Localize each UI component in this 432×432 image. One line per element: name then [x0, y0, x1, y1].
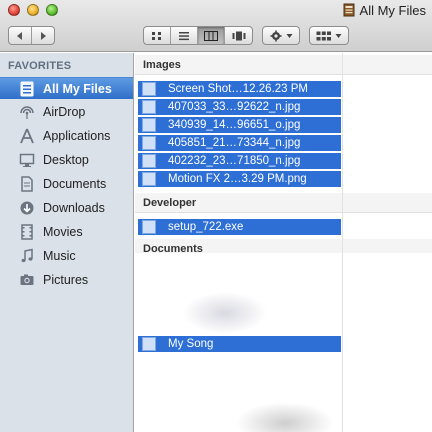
- music-icon: [18, 247, 36, 265]
- file-row[interactable]: Screen Shot…12.26.23 PM: [138, 81, 341, 97]
- zoom-window-button[interactable]: [46, 4, 58, 16]
- group-header-images: Images: [135, 55, 432, 75]
- airdrop-icon: [18, 103, 36, 121]
- arrange-grid-icon: [316, 31, 331, 40]
- sidebar: FAVORITES All My Files AirDrop Applicati…: [0, 53, 134, 432]
- file-row[interactable]: 402232_23…71850_n.jpg: [138, 153, 341, 169]
- file-row[interactable]: Motion FX 2…3.29 PM.png: [138, 171, 341, 187]
- arrange-menu-button[interactable]: [309, 26, 349, 45]
- sidebar-item-downloads[interactable]: Downloads: [0, 197, 133, 219]
- sidebar-item-airdrop[interactable]: AirDrop: [0, 101, 133, 123]
- column-view-icon: [204, 30, 218, 41]
- action-menu-button[interactable]: [262, 26, 300, 45]
- image-file-icon: [142, 82, 156, 96]
- sidebar-item-label: Pictures: [43, 273, 89, 287]
- downloads-icon: [18, 199, 36, 217]
- icon-view-button[interactable]: [144, 27, 171, 44]
- view-mode-control: [143, 26, 253, 45]
- image-file-icon: [142, 118, 156, 132]
- file-list: Images Screen Shot…12.26.23 PM 407033_33…: [135, 53, 432, 432]
- window-title: All My Files: [342, 2, 426, 18]
- sidebar-item-label: Applications: [43, 129, 111, 143]
- chevron-left-icon: [16, 31, 22, 40]
- icon-view-icon: [152, 31, 161, 40]
- chevron-down-icon: [335, 33, 342, 38]
- window-title-text: All My Files: [359, 2, 426, 18]
- group-header-developer: Developer: [135, 193, 432, 213]
- list-view-button[interactable]: [171, 27, 198, 44]
- file-name: My Song: [168, 338, 214, 350]
- sidebar-item-all-my-files[interactable]: All My Files: [0, 77, 133, 99]
- chevron-right-icon: [40, 31, 46, 40]
- chevron-down-icon: [286, 33, 292, 38]
- applications-icon: [18, 127, 36, 145]
- cover-flow-view-button[interactable]: [225, 27, 252, 44]
- file-row[interactable]: 407033_33…92622_n.jpg: [138, 99, 341, 115]
- sidebar-item-documents[interactable]: Documents: [0, 173, 133, 195]
- forward-button[interactable]: [32, 27, 54, 44]
- gear-icon: [270, 30, 281, 41]
- image-file-icon: [142, 100, 156, 114]
- sidebar-item-music[interactable]: Music: [0, 245, 133, 267]
- documents-icon: [18, 175, 36, 193]
- sidebar-item-label: Documents: [43, 177, 107, 191]
- file-name: Motion FX 2…3.29 PM.png: [168, 173, 307, 185]
- document-file-icon: [142, 337, 156, 351]
- movies-icon: [18, 223, 36, 241]
- file-row[interactable]: 340939_14…96651_o.jpg: [138, 117, 341, 133]
- sidebar-item-label: Movies: [43, 225, 83, 239]
- desktop-icon: [18, 151, 36, 169]
- close-window-button[interactable]: [8, 4, 20, 16]
- sidebar-item-label: Music: [43, 249, 76, 263]
- file-name: 402232_23…71850_n.jpg: [168, 155, 301, 167]
- image-file-icon: [142, 172, 156, 186]
- sidebar-item-label: Downloads: [43, 201, 105, 215]
- sidebar-item-label: AirDrop: [43, 105, 86, 119]
- file-name: Screen Shot…12.26.23 PM: [168, 83, 308, 95]
- file-row[interactable]: 405851_21…73344_n.jpg: [138, 135, 341, 151]
- minimize-window-button[interactable]: [27, 4, 39, 16]
- all-my-files-icon: [18, 80, 36, 98]
- pictures-icon: [18, 271, 36, 289]
- all-my-files-title-icon: [343, 3, 355, 17]
- back-forward-control: [8, 26, 55, 45]
- executable-file-icon: [142, 220, 156, 234]
- back-button[interactable]: [9, 27, 32, 44]
- file-name: setup_722.exe: [168, 221, 244, 233]
- sidebar-heading-favorites: FAVORITES: [8, 60, 72, 72]
- file-row[interactable]: My Song: [138, 336, 341, 352]
- list-view-icon: [179, 31, 189, 40]
- sidebar-item-movies[interactable]: Movies: [0, 221, 133, 243]
- image-file-icon: [142, 154, 156, 168]
- file-name: 407033_33…92622_n.jpg: [168, 101, 301, 113]
- column-view-button[interactable]: [198, 27, 225, 44]
- file-name: 405851_21…73344_n.jpg: [168, 137, 301, 149]
- sidebar-item-pictures[interactable]: Pictures: [0, 269, 133, 291]
- sidebar-item-applications[interactable]: Applications: [0, 125, 133, 147]
- window-toolbar: All My Files: [0, 0, 432, 52]
- sidebar-item-label: All My Files: [43, 81, 112, 96]
- file-row[interactable]: setup_722.exe: [138, 219, 341, 235]
- sidebar-item-desktop[interactable]: Desktop: [0, 149, 133, 171]
- image-file-icon: [142, 136, 156, 150]
- column-divider[interactable]: [342, 53, 343, 432]
- file-name: 340939_14…96651_o.jpg: [168, 119, 301, 131]
- sidebar-item-label: Desktop: [43, 153, 89, 167]
- cover-flow-view-icon: [232, 31, 245, 40]
